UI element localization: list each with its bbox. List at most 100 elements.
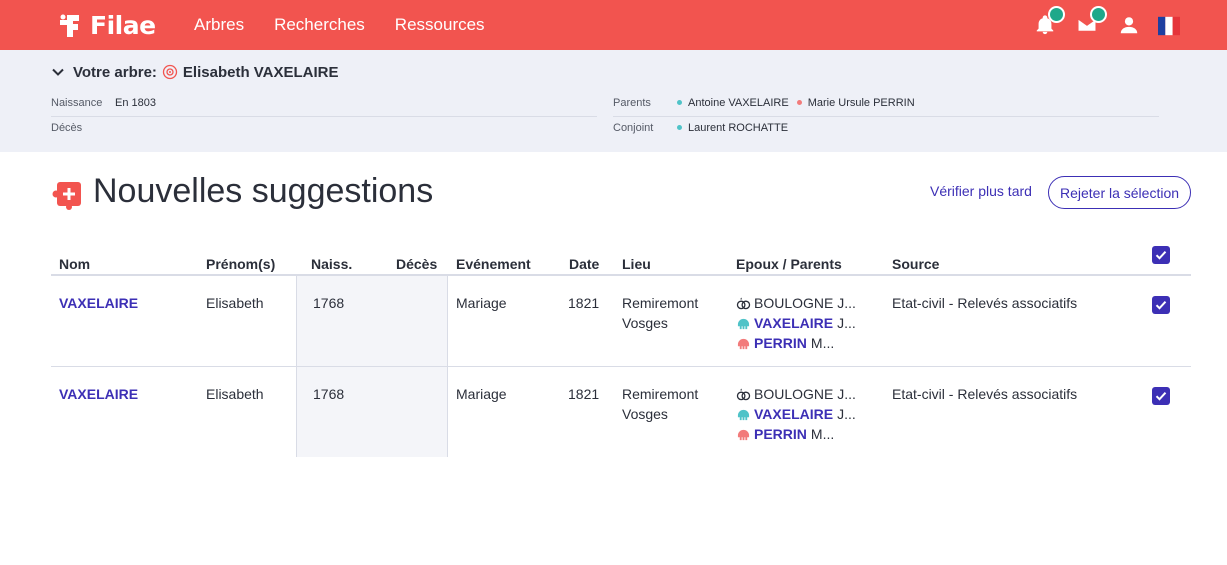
checkmark-icon: [1155, 251, 1167, 260]
parents-label: Parents: [613, 97, 651, 109]
parent-father[interactable]: Antoine VAXELAIRE: [677, 97, 789, 109]
page-title: Nouvelles suggestions: [93, 172, 434, 210]
tree-person-icon: [162, 64, 178, 80]
father-entry: VAXELAIRE J...: [736, 313, 856, 333]
cell-evenement: Mariage: [456, 386, 507, 402]
birth-value: En 1803: [115, 97, 156, 109]
new-suggestion-icon: [52, 182, 81, 210]
cell-naiss: 1768: [313, 386, 345, 402]
lieu-city: Remiremont: [622, 386, 699, 402]
spouse-name: BOULOGNE J...: [754, 295, 856, 311]
checkmark-icon: [1155, 301, 1167, 310]
birth-row: Naissance En 1803: [51, 92, 156, 114]
french-flag-icon[interactable]: [1158, 15, 1180, 37]
mother-name: Marie Ursule PERRIN: [807, 97, 915, 109]
col-header-nom[interactable]: Nom: [59, 256, 90, 272]
row-checkbox[interactable]: [1152, 387, 1170, 405]
male-dot-icon: [677, 125, 682, 131]
filae-logo[interactable]: Filae: [58, 10, 156, 40]
tree-person-name[interactable]: Elisabeth VAXELAIRE: [183, 64, 339, 81]
cell-prenom: Elisabeth: [206, 386, 264, 402]
checkmark-icon: [1155, 392, 1167, 401]
spouse-entry: BOULOGNE J...: [736, 293, 856, 313]
wedding-rings-icon: [736, 296, 751, 309]
death-label: Décès: [51, 122, 83, 134]
col-header-epoux-parents[interactable]: Epoux / Parents: [736, 256, 842, 272]
cell-naiss: 1768: [313, 295, 345, 311]
father-name: Antoine VAXELAIRE: [688, 97, 789, 109]
col-header-prenom[interactable]: Prénom(s): [206, 256, 275, 272]
spouse-entry: BOULOGNE J...: [736, 384, 856, 404]
main-nav: Arbres Recherches Ressources: [194, 0, 515, 50]
father-firstname: J...: [837, 406, 856, 422]
chevron-down-icon[interactable]: [51, 65, 65, 79]
mother-name[interactable]: PERRIN: [754, 424, 807, 444]
cell-epoux-parents: BOULOGNE J... VAXELAIRE J... PERRIN M...: [736, 384, 856, 444]
divider: [51, 116, 597, 117]
cell-nom[interactable]: VAXELAIRE: [59, 293, 138, 313]
nav-item-recherches[interactable]: Recherches: [274, 15, 365, 35]
mother-name[interactable]: PERRIN: [754, 333, 807, 353]
mother-entry: PERRIN M...: [736, 333, 856, 353]
father-firstname: J...: [837, 315, 856, 331]
nav-item-arbres[interactable]: Arbres: [194, 15, 244, 35]
father-name[interactable]: VAXELAIRE: [754, 404, 833, 424]
col-header-naiss[interactable]: Naiss.: [311, 256, 352, 272]
cell-evenement: Mariage: [456, 295, 507, 311]
death-row: Décès: [51, 117, 115, 139]
cell-source: Etat-civil - Relevés associatifs: [892, 295, 1078, 311]
birth-label: Naissance: [51, 97, 103, 109]
cell-source: Etat-civil - Relevés associatifs: [892, 386, 1078, 402]
lieu-department: Vosges: [622, 315, 668, 331]
mother-firstname: M...: [810, 426, 835, 442]
col-header-date[interactable]: Date: [569, 256, 599, 272]
spouse-label: Conjoint: [613, 122, 654, 134]
female-dot-icon: [796, 100, 802, 106]
cell-nom[interactable]: VAXELAIRE: [59, 384, 138, 404]
table-row[interactable]: VAXELAIRE Elisabeth 1768 Mariage 1821 Re…: [51, 366, 1191, 457]
notification-badge: [1048, 6, 1065, 23]
message-badge: [1090, 6, 1107, 23]
cell-epoux-parents: BOULOGNE J... VAXELAIRE J... PERRIN M...: [736, 293, 856, 353]
cell-date: 1821: [568, 386, 600, 402]
parents-row: Parents Antoine VAXELAIRE Marie Ursule P…: [613, 92, 923, 114]
father-icon: [737, 318, 750, 329]
spouse-row: Conjoint Laurent ROCHATTE: [613, 117, 796, 139]
father-name[interactable]: VAXELAIRE: [754, 313, 833, 333]
user-icon[interactable]: [1118, 14, 1140, 36]
cell-prenom: Elisabeth: [206, 295, 264, 311]
col-header-source[interactable]: Source: [892, 256, 939, 272]
male-dot-icon: [677, 100, 682, 106]
mother-icon: [737, 338, 750, 349]
col-header-lieu[interactable]: Lieu: [622, 256, 651, 272]
parent-mother[interactable]: Marie Ursule PERRIN: [796, 97, 915, 109]
mother-entry: PERRIN M...: [736, 424, 856, 444]
tree-header[interactable]: Votre arbre: Elisabeth VAXELAIRE: [51, 63, 339, 81]
lieu-department: Vosges: [622, 406, 668, 422]
mother-firstname: M...: [810, 335, 835, 351]
filae-logo-icon: [60, 14, 79, 37]
cell-lieu: Remiremont Vosges: [622, 293, 698, 333]
spouse-name: Laurent ROCHATTE: [688, 122, 789, 134]
brand-name: Filae: [90, 10, 156, 40]
tree-title-label: Votre arbre:: [73, 63, 157, 81]
cell-lieu: Remiremont Vosges: [622, 384, 698, 424]
table-header: Nom Prénom(s) Naiss. Décès Evénement Dat…: [51, 244, 1191, 276]
verify-later-button[interactable]: Vérifier plus tard: [930, 183, 1032, 199]
spouse-chip[interactable]: Laurent ROCHATTE: [677, 122, 788, 134]
select-all-checkbox[interactable]: [1152, 246, 1170, 264]
reject-selection-button[interactable]: Rejeter la sélection: [1048, 176, 1191, 209]
tree-summary-panel: Votre arbre: Elisabeth VAXELAIRE Naissan…: [0, 50, 1227, 152]
father-icon: [737, 409, 750, 420]
row-checkbox[interactable]: [1152, 296, 1170, 314]
nav-item-ressources[interactable]: Ressources: [395, 15, 485, 35]
wedding-rings-icon: [736, 387, 751, 400]
mother-icon: [737, 429, 750, 440]
top-navigation-bar: Filae Arbres Recherches Ressources: [0, 0, 1227, 50]
father-entry: VAXELAIRE J...: [736, 404, 856, 424]
table-row[interactable]: VAXELAIRE Elisabeth 1768 Mariage 1821 Re…: [51, 276, 1191, 367]
col-header-evenement[interactable]: Evénement: [456, 256, 531, 272]
col-header-deces[interactable]: Décès: [396, 256, 437, 272]
lieu-city: Remiremont: [622, 295, 699, 311]
spouse-name: BOULOGNE J...: [754, 386, 856, 402]
